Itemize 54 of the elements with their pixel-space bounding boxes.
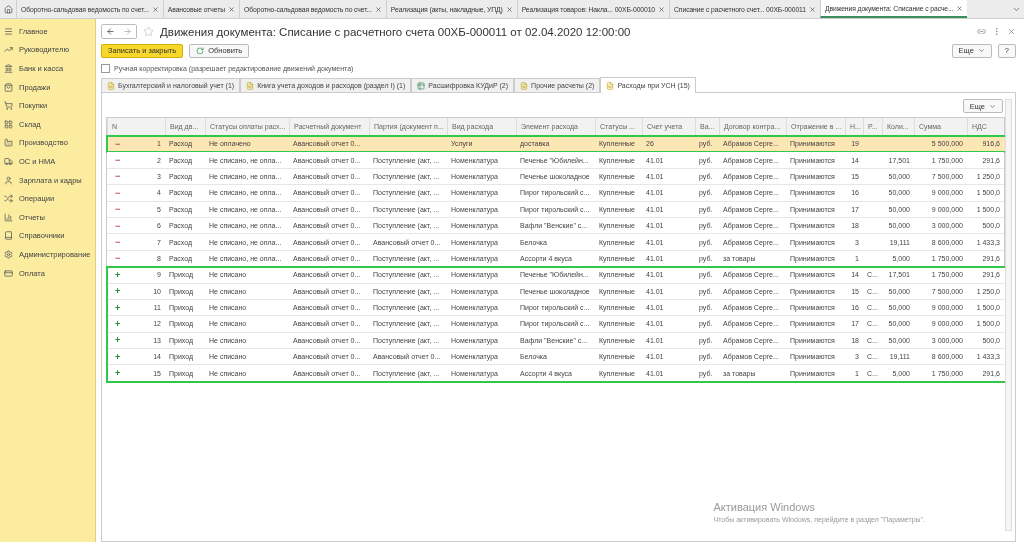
table-icon <box>417 81 426 90</box>
activation-title: Активация Windows <box>713 501 816 513</box>
bag-icon <box>4 82 13 92</box>
menu-icon <box>4 26 13 36</box>
movement-sign: + <box>115 319 121 329</box>
window-title: Движения документа: Списание с расчетного счета 00ХБ-000011 от 02.04.2020 12:00:00 <box>160 25 632 38</box>
grid-icon <box>4 119 13 129</box>
movement-sign: + <box>115 269 121 280</box>
close-icon[interactable] <box>228 5 236 13</box>
close-icon[interactable] <box>151 5 159 13</box>
more-icon[interactable] <box>992 27 1001 36</box>
checkbox[interactable] <box>101 64 110 73</box>
right-arrow-icon <box>123 27 132 36</box>
movement-sign: + <box>115 286 121 297</box>
movement-sign: + <box>115 302 121 313</box>
close-icon[interactable] <box>1007 27 1016 36</box>
bank-icon <box>4 64 13 73</box>
movement-sign: − <box>115 155 121 166</box>
movement-sign: − <box>115 171 121 182</box>
movement-sign: − <box>115 187 121 198</box>
close-icon[interactable] <box>808 5 816 13</box>
trend-icon <box>4 45 13 55</box>
caret-icon <box>989 102 996 110</box>
movement-sign: − <box>115 204 121 215</box>
movement-sign: + <box>115 368 121 379</box>
factory-icon <box>4 138 13 148</box>
truck-icon <box>4 156 13 166</box>
card-icon <box>4 268 13 278</box>
settings-icon <box>4 249 13 259</box>
close-icon[interactable] <box>374 5 382 13</box>
document-icon <box>606 81 615 90</box>
movement-sign: + <box>115 351 121 362</box>
book-icon <box>4 231 13 241</box>
document-icon <box>107 81 115 90</box>
cart-icon <box>4 101 13 111</box>
movement-sign: − <box>115 253 121 264</box>
document-icon <box>246 81 255 90</box>
movement-sign: − <box>115 237 121 248</box>
movement-sign: + <box>115 335 121 346</box>
person-icon <box>4 175 13 185</box>
movement-sign: − <box>115 138 121 149</box>
link-icon[interactable] <box>977 27 986 36</box>
refresh-icon <box>196 46 205 55</box>
caret-icon <box>977 47 985 54</box>
scrollbar[interactable] <box>1005 99 1012 531</box>
movement-sign: − <box>115 220 121 231</box>
bar-chart-icon <box>4 212 13 222</box>
document-icon <box>520 81 529 90</box>
close-icon[interactable] <box>956 4 964 12</box>
close-icon[interactable] <box>505 5 513 13</box>
star-icon[interactable] <box>143 26 154 37</box>
shuffle-icon <box>4 194 13 204</box>
left-arrow-icon <box>106 27 115 36</box>
close-icon[interactable] <box>658 5 666 13</box>
